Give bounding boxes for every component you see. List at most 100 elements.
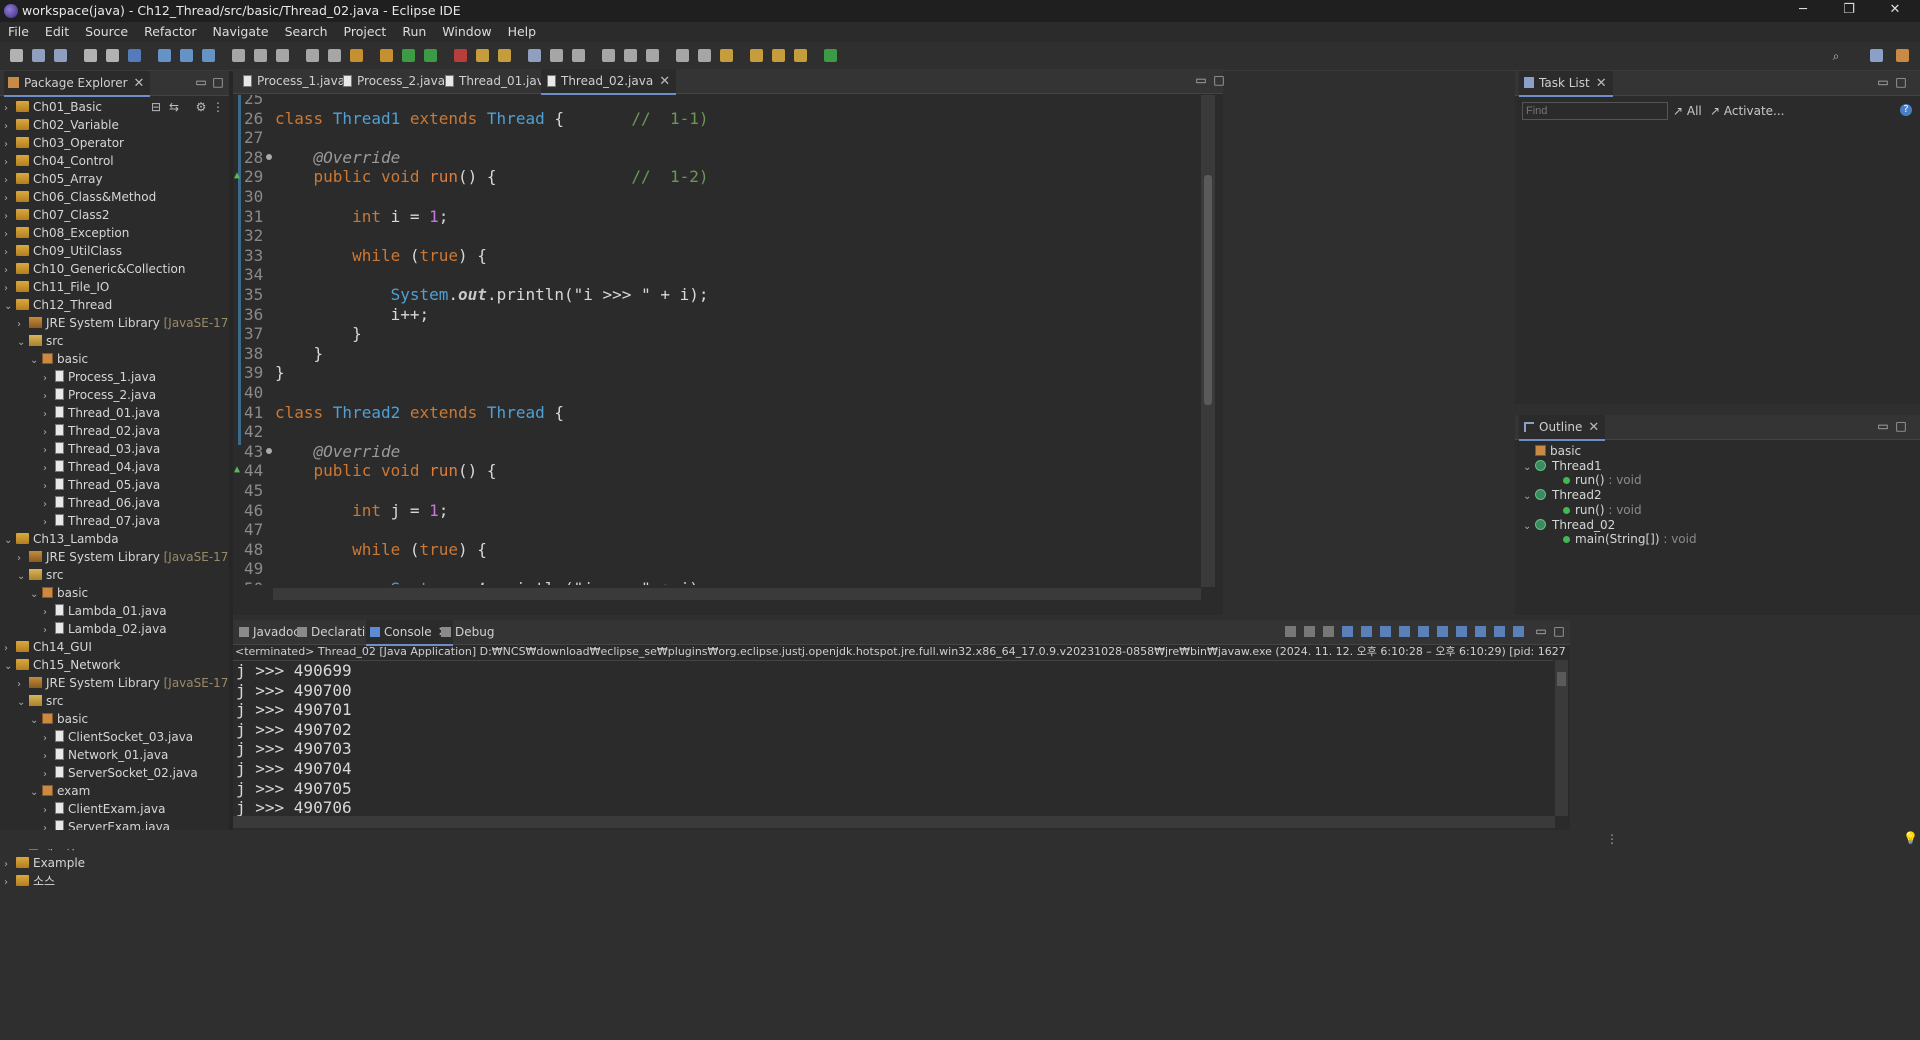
tree-item[interactable]: › ServerSocket_02.java bbox=[43, 764, 198, 782]
toolbar-icon-33[interactable] bbox=[794, 49, 807, 62]
tree-item[interactable]: ⌄ Ch12_Thread bbox=[4, 296, 112, 314]
tree-item[interactable]: ⌄ basic bbox=[30, 350, 88, 368]
expand-icon[interactable]: ⌄ bbox=[1523, 489, 1535, 504]
tree-item[interactable]: › Example bbox=[4, 854, 85, 872]
expand-icon[interactable]: ⌄ bbox=[1523, 519, 1535, 534]
console-toolbar-icon-12[interactable] bbox=[1494, 626, 1505, 637]
toolbar-icon-30[interactable] bbox=[720, 49, 733, 62]
menu-item-search[interactable]: Search bbox=[277, 22, 336, 39]
console-toolbar-icon-1[interactable] bbox=[1285, 626, 1296, 637]
tree-item[interactable]: › Network_01.java bbox=[43, 746, 168, 764]
tab-outline[interactable]: Outline ✕ bbox=[1519, 415, 1606, 441]
toolbar-icon-20[interactable] bbox=[476, 49, 489, 62]
menu-item-help[interactable]: Help bbox=[500, 22, 545, 39]
minimize-view-icon[interactable]: ▭ bbox=[1877, 420, 1889, 432]
task-find-input[interactable] bbox=[1522, 102, 1668, 120]
outline-item[interactable]: ⌄ Thread2 bbox=[1523, 488, 1602, 503]
outline-item[interactable]: run() : void bbox=[1551, 503, 1642, 518]
tree-item[interactable]: › Ch08_Exception bbox=[4, 224, 129, 242]
code-area[interactable]: 25 26 class Thread1 extends Thread { // 1-… bbox=[233, 95, 1203, 585]
toolbar-icon-26[interactable] bbox=[624, 49, 637, 62]
minimize-view-icon[interactable]: ▭ bbox=[1535, 625, 1547, 637]
console-toolbar-icon-5[interactable] bbox=[1361, 626, 1372, 637]
menu-item-file[interactable]: File bbox=[0, 22, 37, 39]
tree-item[interactable]: › Thread_06.java bbox=[43, 494, 160, 512]
editor-tab[interactable]: Thread_01.java bbox=[439, 69, 557, 93]
toolbar-icon-11[interactable] bbox=[254, 49, 267, 62]
console-toolbar-icon-2[interactable] bbox=[1304, 626, 1315, 637]
tree-item[interactable]: › Ch14_GUI bbox=[4, 638, 92, 656]
editor-vertical-scrollbar[interactable] bbox=[1201, 95, 1215, 587]
task-all-link[interactable]: ↗ All bbox=[1673, 104, 1702, 118]
editor-tab[interactable]: Process_2.java bbox=[337, 69, 451, 93]
console-toolbar-icon-13[interactable] bbox=[1513, 626, 1524, 637]
tree-item[interactable]: › Lambda_01.java bbox=[43, 602, 167, 620]
console-output[interactable]: j >>> 490699 j >>> 490700 j >>> 490701 j >>… bbox=[233, 660, 1553, 817]
outline-item[interactable]: ⌄ Thread_02 bbox=[1523, 518, 1615, 533]
toolbar-icon-32[interactable] bbox=[772, 49, 785, 62]
tab-task-list[interactable]: Task List ✕ bbox=[1519, 71, 1613, 97]
tree-item[interactable]: › Ch10_Generic&Collection bbox=[4, 260, 186, 278]
expand-icon[interactable]: ⌄ bbox=[4, 298, 16, 316]
toolbar-icon-31[interactable] bbox=[750, 49, 763, 62]
toolbar-icon-8[interactable] bbox=[180, 49, 193, 62]
console-horizontal-scrollbar[interactable] bbox=[233, 816, 1555, 828]
toolbar-icon-5[interactable] bbox=[106, 49, 119, 62]
expand-icon[interactable]: ⌄ bbox=[17, 694, 29, 712]
maximize-view-icon[interactable]: □ bbox=[212, 76, 224, 88]
close-tab-icon[interactable]: ✕ bbox=[1596, 76, 1607, 91]
tree-item[interactable]: › Thread_01.java bbox=[43, 404, 160, 422]
expand-icon[interactable]: ⌄ bbox=[30, 352, 42, 370]
toolbar-icon-29[interactable] bbox=[698, 49, 711, 62]
toolbar-icon-17[interactable] bbox=[402, 49, 415, 62]
console-toolbar-icon-11[interactable] bbox=[1475, 626, 1486, 637]
menu-item-run[interactable]: Run bbox=[394, 22, 434, 39]
toolbar-icon-3[interactable] bbox=[54, 49, 67, 62]
console-toolbar-icon-6[interactable] bbox=[1380, 626, 1391, 637]
editor-maximize-icon[interactable]: □ bbox=[1213, 74, 1225, 86]
tree-item[interactable]: › Thread_03.java bbox=[43, 440, 160, 458]
tab-package-explorer[interactable]: Package Explorer ✕ bbox=[4, 71, 151, 97]
tree-item[interactable]: › Ch01_Basic bbox=[4, 98, 102, 116]
expand-icon[interactable]: ⌄ bbox=[1523, 460, 1535, 475]
expand-icon[interactable]: ⌄ bbox=[4, 658, 16, 676]
tree-item[interactable]: › Thread_07.java bbox=[43, 512, 160, 530]
menu-item-window[interactable]: Window bbox=[434, 22, 499, 39]
menu-item-refactor[interactable]: Refactor bbox=[136, 22, 204, 39]
console-toolbar-icon-9[interactable] bbox=[1437, 626, 1448, 637]
console-toolbar-icon-4[interactable] bbox=[1342, 626, 1353, 637]
expand-icon[interactable]: ⌄ bbox=[4, 532, 16, 550]
minimize-view-icon[interactable]: ▭ bbox=[1877, 76, 1889, 88]
console-toolbar-icon-10[interactable] bbox=[1456, 626, 1467, 637]
tree-item[interactable]: › JRE System Library [JavaSE-17] bbox=[17, 548, 233, 566]
editor-tab[interactable]: Thread_02.java ✕ bbox=[541, 69, 677, 95]
outline-item[interactable]: main(String[]) : void bbox=[1551, 532, 1697, 547]
toolbar-icon-28[interactable] bbox=[676, 49, 689, 62]
toolbar-icon-7[interactable] bbox=[158, 49, 171, 62]
tree-item[interactable]: ⌄ src bbox=[17, 566, 64, 584]
perspective-icon[interactable] bbox=[1870, 49, 1883, 62]
expand-icon[interactable]: ⌄ bbox=[17, 334, 29, 352]
toolbar-icon-9[interactable] bbox=[202, 49, 215, 62]
tree-item[interactable]: › Thread_04.java bbox=[43, 458, 160, 476]
maximize-view-icon[interactable]: □ bbox=[1895, 76, 1907, 88]
filter-icon[interactable]: ⚙ bbox=[195, 101, 207, 113]
tree-item[interactable]: › Ch05_Array bbox=[4, 170, 103, 188]
close-button[interactable]: ✕ bbox=[1872, 0, 1918, 22]
toolbar-icon-10[interactable] bbox=[232, 49, 245, 62]
close-tab-icon[interactable]: ✕ bbox=[1588, 420, 1599, 435]
toolbar-icon-25[interactable] bbox=[602, 49, 615, 62]
toolbar-icon-1[interactable] bbox=[10, 49, 23, 62]
tree-item[interactable]: › 소스 bbox=[4, 872, 55, 890]
tree-item[interactable]: ⌄ Ch13_Lambda bbox=[4, 530, 119, 548]
java-perspective-icon[interactable] bbox=[1896, 49, 1909, 62]
tree-item[interactable]: › JRE System Library [JavaSE-17] bbox=[17, 674, 233, 692]
tree-item[interactable]: › Ch02_Variable bbox=[4, 116, 119, 134]
maximize-view-icon[interactable]: □ bbox=[1553, 625, 1565, 637]
close-tab-icon[interactable]: ✕ bbox=[659, 74, 670, 89]
toolbar-icon-6[interactable] bbox=[128, 49, 141, 62]
lightbulb-icon[interactable]: 💡 bbox=[1903, 831, 1918, 845]
task-activate-link[interactable]: ↗ Activate... bbox=[1710, 104, 1785, 118]
toolbar-icon-34[interactable] bbox=[824, 49, 837, 62]
restore-button[interactable]: ❐ bbox=[1826, 0, 1872, 22]
